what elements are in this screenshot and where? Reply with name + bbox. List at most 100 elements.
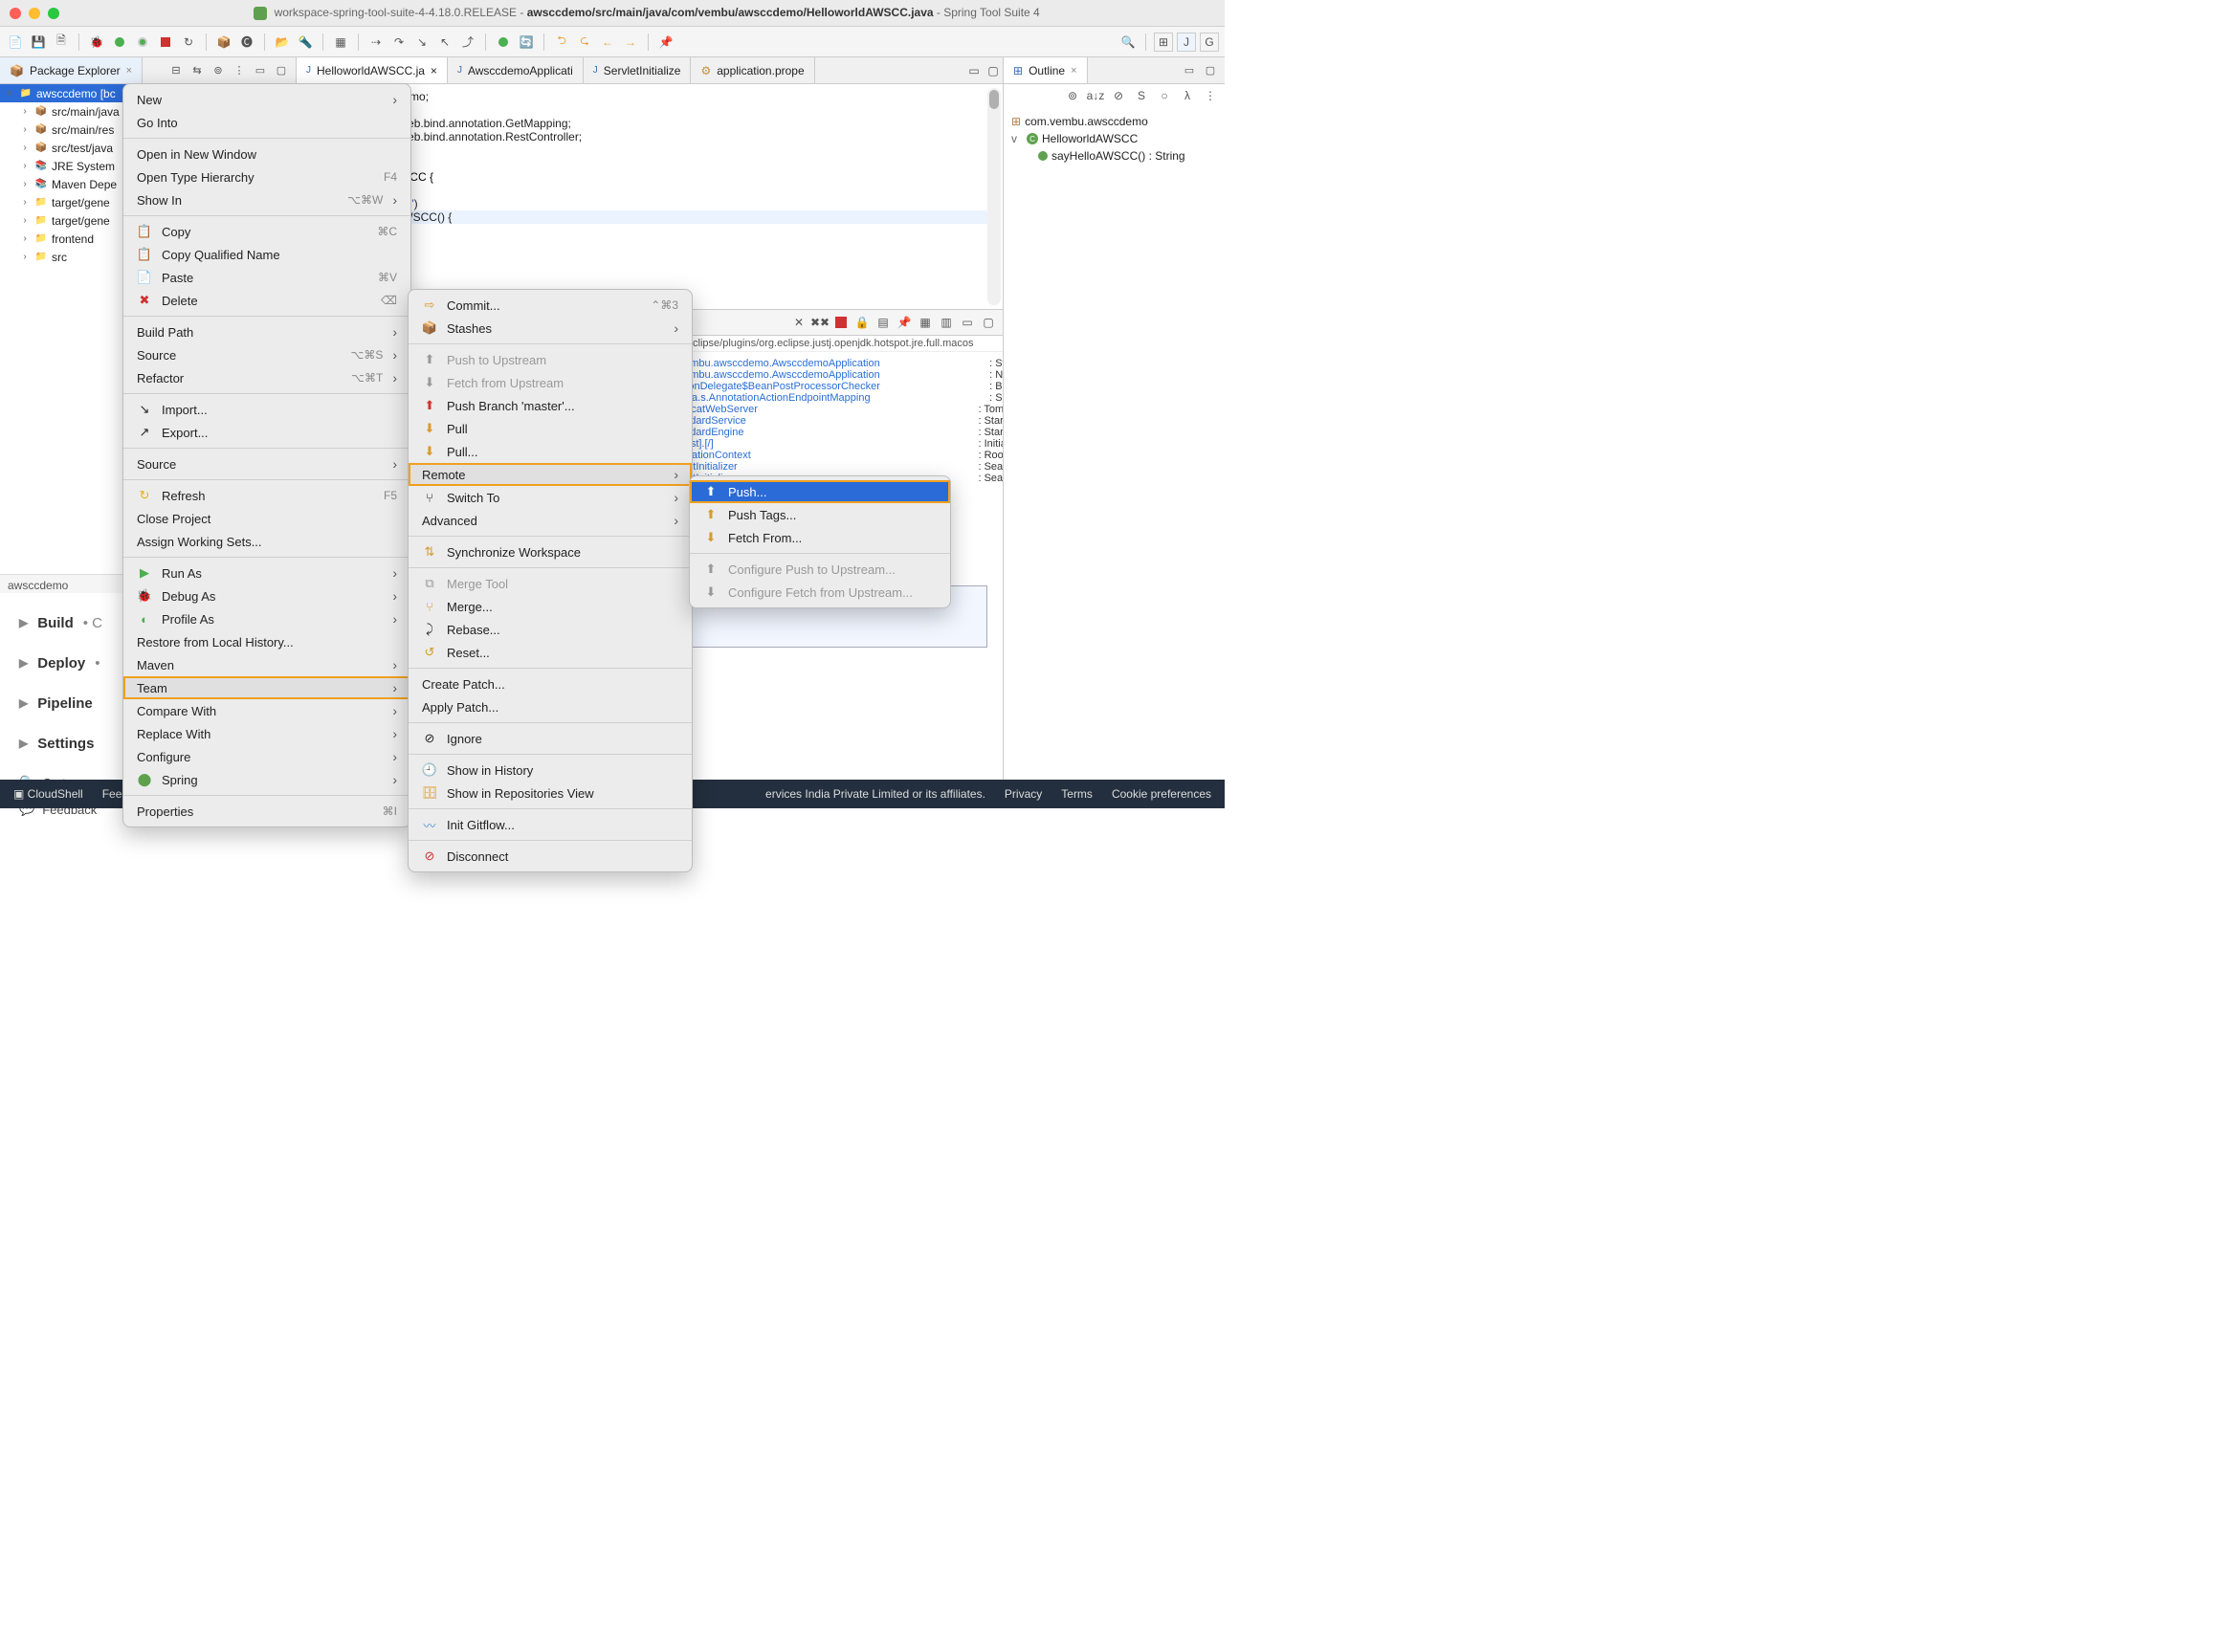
menu-copy-qualified[interactable]: 📋Copy Qualified Name (123, 243, 410, 266)
rediscover-icon[interactable] (494, 33, 513, 52)
terminate-icon[interactable] (832, 314, 850, 331)
window-traffic-lights[interactable] (10, 8, 59, 19)
maximize-view-icon[interactable]: ▢ (980, 314, 997, 331)
menu-stashes[interactable]: 📦Stashes (409, 317, 692, 340)
editor-scrollbar[interactable] (987, 88, 1001, 305)
terms-link[interactable]: Terms (1061, 787, 1093, 801)
hide-static-icon[interactable]: S (1133, 87, 1150, 104)
menu-refresh[interactable]: ↻RefreshF5 (123, 484, 410, 507)
menu-open-type-hierarchy[interactable]: Open Type HierarchyF4 (123, 165, 410, 188)
collapse-all-icon[interactable]: ⊟ (167, 62, 185, 79)
menu-show-history[interactable]: 🕘Show in History (409, 759, 692, 782)
menu-show-in[interactable]: Show In⌥⌘W (123, 188, 410, 211)
outline-method-row[interactable]: sayHelloAWSCC() : String (1011, 147, 1217, 165)
menu-go-into[interactable]: Go Into (123, 111, 410, 134)
menu-reset[interactable]: ↺Reset... (409, 641, 692, 664)
menu-restore-history[interactable]: Restore from Local History... (123, 630, 410, 653)
view-menu-icon[interactable]: ⋮ (231, 62, 248, 79)
menu-sync-workspace[interactable]: ⇅Synchronize Workspace (409, 540, 692, 563)
outline-tab[interactable]: ⊞Outline× (1004, 57, 1088, 83)
minimize-window-icon[interactable] (29, 8, 40, 19)
java-perspective-icon[interactable]: J (1177, 33, 1196, 52)
close-view-icon[interactable]: × (126, 65, 132, 77)
step-into-icon[interactable]: ↘ (412, 33, 432, 52)
save-all-icon[interactable]: 🗎 (52, 33, 71, 52)
menu-run-as[interactable]: ▶Run As (123, 562, 410, 584)
clear-console-icon[interactable]: ✕ (790, 314, 808, 331)
stop-icon[interactable] (156, 33, 175, 52)
menu-new[interactable]: New (123, 88, 410, 111)
menu-import[interactable]: ↘Import... (123, 398, 410, 421)
minimize-editor-icon[interactable]: ▭ (964, 61, 984, 80)
menu-replace-with[interactable]: Replace With (123, 722, 410, 745)
relaunch-icon[interactable]: ↻ (179, 33, 198, 52)
menu-apply-patch[interactable]: Apply Patch... (409, 695, 692, 718)
editor-tab[interactable]: JHelloworldAWSCC.ja× (297, 57, 448, 83)
privacy-link[interactable]: Privacy (1005, 787, 1042, 801)
editor-tab[interactable]: JServletInitialize (584, 57, 692, 83)
hide-non-public-icon[interactable]: ○ (1156, 87, 1173, 104)
hide-fields-icon[interactable]: ⊘ (1110, 87, 1127, 104)
team-submenu[interactable]: ⇨Commit...⌃⌘3 📦Stashes ⬆Push to Upstream… (408, 289, 693, 872)
nav-fwd-icon[interactable]: → (621, 33, 640, 52)
debug-icon[interactable]: 🐞 (87, 33, 106, 52)
toggle-block-icon[interactable]: ▦ (331, 33, 350, 52)
menu-fetch-from[interactable]: ⬇Fetch From... (690, 526, 950, 549)
menu-build-path[interactable]: Build Path (123, 320, 410, 343)
quick-access-icon[interactable]: 🔍 (1118, 33, 1138, 52)
minimize-view-icon[interactable]: ▭ (959, 314, 976, 331)
menu-pull-dialog[interactable]: ⬇Pull... (409, 440, 692, 463)
menu-create-patch[interactable]: Create Patch... (409, 672, 692, 695)
forward-icon[interactable]: ⮎ (575, 33, 594, 52)
refresh-icon[interactable]: 🔄 (517, 33, 536, 52)
link-editor-icon[interactable]: ⇆ (188, 62, 206, 79)
menu-spring[interactable]: ⬤Spring (123, 768, 410, 791)
menu-copy[interactable]: 📋Copy⌘C (123, 220, 410, 243)
view-menu-icon[interactable]: ⋮ (1202, 87, 1219, 104)
minimize-view-icon[interactable]: ▭ (252, 62, 269, 79)
focus-task-icon[interactable]: ⊚ (210, 62, 227, 79)
menu-commit[interactable]: ⇨Commit...⌃⌘3 (409, 294, 692, 317)
scroll-lock-icon[interactable]: 🔒 (853, 314, 871, 331)
remote-submenu[interactable]: ⬆Push... ⬆Push Tags... ⬇Fetch From... ⬆C… (689, 475, 951, 608)
menu-remote[interactable]: Remote (409, 463, 692, 486)
focus-icon[interactable]: ⊚ (1064, 87, 1081, 104)
sort-icon[interactable]: a↓z (1087, 87, 1104, 104)
menu-push-branch[interactable]: ⬆Push Branch 'master'... (409, 394, 692, 417)
menu-maven[interactable]: Maven (123, 653, 410, 676)
drop-frame-icon[interactable]: ⤴ (458, 33, 477, 52)
open-console-icon[interactable]: ▥ (938, 314, 955, 331)
package-explorer-tab[interactable]: 📦 Package Explorer × (0, 57, 143, 83)
menu-refactor[interactable]: Refactor⌥⌘T (123, 366, 410, 389)
project-context-menu[interactable]: New Go Into Open in New Window Open Type… (122, 83, 411, 827)
nav-back-icon[interactable]: ← (598, 33, 617, 52)
back-icon[interactable]: ⮌ (552, 33, 571, 52)
cookie-preferences-link[interactable]: Cookie preferences (1112, 787, 1211, 801)
menu-disconnect[interactable]: ⊘Disconnect (409, 845, 692, 868)
save-icon[interactable]: 💾 (29, 33, 48, 52)
menu-export[interactable]: ↗Export... (123, 421, 410, 444)
menu-merge[interactable]: ⑂Merge... (409, 595, 692, 618)
editor-tab[interactable]: ⚙application.prope (691, 57, 814, 83)
close-view-icon[interactable]: × (1071, 65, 1076, 77)
step-return-icon[interactable]: ↖ (435, 33, 454, 52)
menu-profile-as[interactable]: ◐Profile As (123, 607, 410, 630)
menu-paste[interactable]: 📄Paste⌘V (123, 266, 410, 289)
maximize-view-icon[interactable]: ▢ (273, 62, 290, 79)
new-package-icon[interactable]: 📦 (214, 33, 233, 52)
menu-open-new-window[interactable]: Open in New Window (123, 143, 410, 165)
maximize-view-icon[interactable]: ▢ (1202, 62, 1219, 79)
menu-push-tags[interactable]: ⬆Push Tags... (690, 503, 950, 526)
outline-package-row[interactable]: ⊞com.vembu.awsccdemo (1011, 113, 1217, 130)
show-console-icon[interactable]: ▤ (874, 314, 892, 331)
menu-configure[interactable]: Configure (123, 745, 410, 768)
menu-show-repos[interactable]: 🗄Show in Repositories View (409, 782, 692, 804)
remove-launch-icon[interactable]: ✖✖ (811, 314, 829, 331)
open-perspective-icon[interactable]: ⊞ (1154, 33, 1173, 52)
close-window-icon[interactable] (10, 8, 21, 19)
display-selected-icon[interactable]: ▦ (917, 314, 934, 331)
editor-tab[interactable]: JAwsccdemoApplicati (448, 57, 584, 83)
menu-switch-to[interactable]: ⑂Switch To (409, 486, 692, 509)
close-tab-icon[interactable]: × (431, 64, 437, 77)
search-icon[interactable]: 🔦 (296, 33, 315, 52)
